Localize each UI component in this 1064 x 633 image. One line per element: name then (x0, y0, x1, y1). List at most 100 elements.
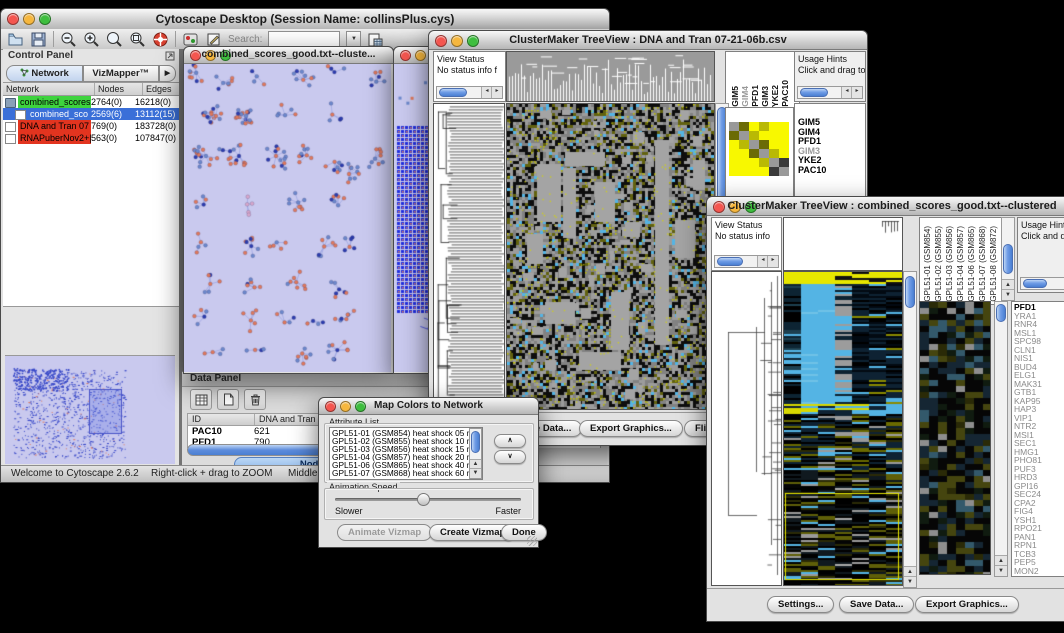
matrix-cell[interactable] (739, 149, 749, 158)
done-button[interactable]: Done (501, 524, 547, 541)
float-panel-icon[interactable] (165, 51, 175, 61)
settings-button[interactable]: Settings... (767, 596, 834, 613)
tv1-column-dendrogram[interactable] (506, 51, 715, 102)
scroll-down-arrow[interactable]: ▼ (470, 468, 481, 478)
zoom-in-icon[interactable] (83, 31, 100, 48)
treeview1-titlebar[interactable]: ClusterMaker TreeView : DNA and Tran 07-… (429, 31, 867, 50)
matrix-cell[interactable] (779, 149, 789, 158)
matrix-cell[interactable] (729, 131, 739, 140)
scroll-down-arrow[interactable]: ▼ (1002, 289, 1014, 300)
tv1-correlation-matrix[interactable] (729, 122, 789, 176)
matrix-cell[interactable] (729, 122, 739, 131)
matrix-cell[interactable] (749, 158, 759, 167)
tv2-heatmap[interactable] (783, 271, 903, 586)
matrix-cell[interactable] (769, 158, 779, 167)
speed-slider-thumb[interactable] (417, 493, 430, 506)
matrix-cell[interactable] (769, 122, 779, 131)
view-status-hscrollbar[interactable]: ◂ ▸ (436, 86, 503, 99)
matrix-cell[interactable] (779, 122, 789, 131)
help-icon[interactable] (152, 31, 169, 48)
export-graphics-button[interactable]: Export Graphics... (915, 596, 1019, 613)
matrix-cell[interactable] (749, 122, 759, 131)
matrix-cell[interactable] (759, 131, 769, 140)
search-dropdown-button[interactable]: ▼ (346, 31, 361, 48)
matrix-cell[interactable] (759, 140, 769, 149)
matrix-cell[interactable] (769, 131, 779, 140)
tv2-zoom-vscrollbar[interactable]: ▲ ▼ (994, 301, 1008, 577)
matrix-cell[interactable] (759, 122, 769, 131)
network-canvas[interactable] (184, 64, 391, 372)
list-item[interactable]: GPL51-07 (GSM868) heat shock 60 min (332, 469, 482, 477)
matrix-cell[interactable] (749, 167, 759, 176)
minimize-button[interactable] (415, 50, 426, 61)
treeview2-titlebar[interactable]: ClusterMaker TreeView : combined_scores_… (707, 197, 1064, 216)
scrollbar-thumb[interactable] (439, 88, 467, 97)
scrollbar-thumb[interactable] (717, 257, 743, 266)
matrix-cell[interactable] (729, 140, 739, 149)
matrix-cell[interactable] (739, 122, 749, 131)
resize-grip[interactable] (527, 536, 537, 546)
matrix-cell[interactable] (729, 149, 739, 158)
close-button[interactable] (400, 50, 411, 61)
scroll-right-arrow[interactable]: ▸ (491, 87, 502, 98)
annotation-icon[interactable] (205, 31, 222, 48)
scroll-right-arrow[interactable]: ▸ (851, 87, 862, 98)
attribute-listbox[interactable]: GPL51-01 (GSM854) heat shock 05 minGPL51… (329, 427, 483, 480)
scrollbar-thumb[interactable] (1003, 244, 1013, 274)
matrix-cell[interactable] (779, 158, 789, 167)
move-up-button[interactable]: ∧ (494, 434, 526, 448)
import-table-icon[interactable] (367, 31, 384, 48)
tv2-collabel-vscrollbar[interactable]: ▲ ▼ (1001, 217, 1015, 301)
matrix-cell[interactable] (779, 140, 789, 149)
matrix-cell[interactable] (779, 167, 789, 176)
scrollbar-thumb[interactable] (471, 431, 480, 453)
animate-vizmap-button[interactable]: Animate Vizmap (337, 524, 432, 541)
delete-attribute-button[interactable] (244, 389, 266, 410)
scrollbar-thumb[interactable] (996, 304, 1006, 322)
zoom-selected-icon[interactable] (129, 31, 146, 48)
tv1-row-dendrogram[interactable] (433, 103, 505, 410)
tv2-column-dendrogram[interactable] (783, 217, 903, 271)
matrix-cell[interactable] (769, 167, 779, 176)
matrix-cell[interactable] (739, 158, 749, 167)
network-row[interactable]: combined_scores2764(0)16218(0) (3, 96, 179, 108)
matrix-cell[interactable] (749, 131, 759, 140)
matrix-cell[interactable] (729, 158, 739, 167)
matrix-cell[interactable] (729, 167, 739, 176)
column-header-network[interactable]: Network (3, 83, 95, 95)
export-graphics-button[interactable]: Export Graphics... (579, 420, 683, 437)
matrix-cell[interactable] (759, 158, 769, 167)
matrix-cell[interactable] (759, 149, 769, 158)
tv2-heatmap-vscrollbar[interactable]: ▲ ▼ (903, 271, 917, 588)
move-down-button[interactable]: ∨ (494, 450, 526, 464)
open-file-icon[interactable] (7, 31, 24, 48)
search-input[interactable] (268, 31, 340, 48)
matrix-cell[interactable] (749, 140, 759, 149)
tab-vizmapper[interactable]: VizMapper™ (83, 65, 160, 82)
tv2-row-dendrogram[interactable] (711, 271, 782, 586)
network-row[interactable]: combined_sco2569(6)13112(15) (3, 108, 179, 120)
new-attribute-button[interactable] (217, 389, 239, 410)
matrix-cell[interactable] (749, 149, 759, 158)
matrix-cell[interactable] (739, 131, 749, 140)
usage-hints-hscrollbar[interactable] (1020, 277, 1064, 290)
network-row[interactable]: RNAPuberNov2+|563(0)107847(0) (3, 132, 179, 144)
scrollbar-thumb[interactable] (1023, 279, 1047, 288)
dialog-titlebar[interactable]: Map Colors to Network (319, 398, 538, 415)
save-data-button[interactable]: Save Data... (839, 596, 914, 613)
network-view-titlebar[interactable]: combined_scores_good.txt--cluste... (184, 47, 393, 64)
matrix-cell[interactable] (779, 131, 789, 140)
scrollbar-thumb[interactable] (905, 276, 915, 308)
scroll-down-arrow[interactable]: ▼ (995, 565, 1007, 576)
column-header-id[interactable]: ID (188, 414, 255, 425)
tab-network[interactable]: Network (6, 65, 83, 82)
matrix-cell[interactable] (769, 140, 779, 149)
tab-overflow-arrow[interactable]: ▶ (159, 65, 176, 82)
vizmapper-icon[interactable] (182, 31, 199, 48)
matrix-cell[interactable] (759, 167, 769, 176)
scrollbar-thumb[interactable] (800, 88, 828, 97)
tv2-zoom-heatmap[interactable] (919, 301, 991, 575)
attribute-list-vscrollbar[interactable]: ▲ ▼ (469, 428, 482, 479)
attribute-select-button[interactable] (190, 389, 212, 410)
zoom-out-icon[interactable] (60, 31, 77, 48)
